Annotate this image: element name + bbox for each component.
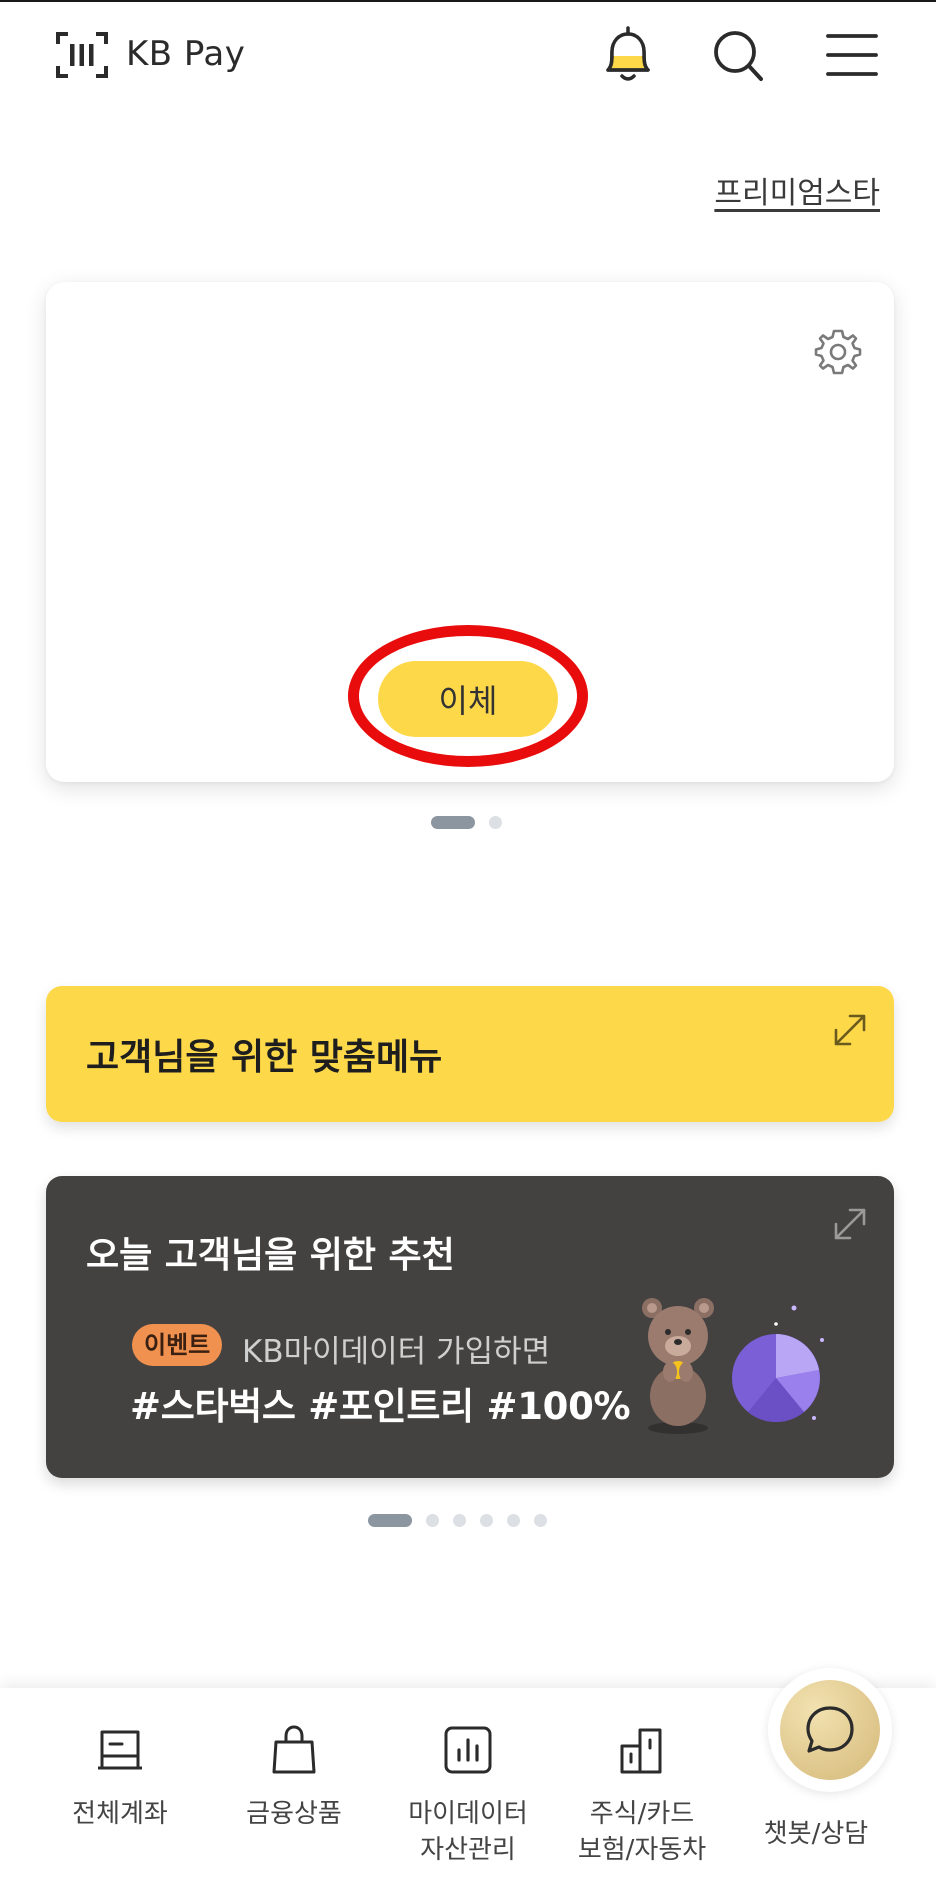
chat-bubble-icon [806, 1706, 854, 1753]
recommendation-pager [368, 1514, 547, 1527]
premium-star-link[interactable]: 프리미엄스타 [714, 168, 880, 212]
expand-icon[interactable] [832, 1206, 868, 1242]
bar-chart-icon [444, 1726, 492, 1774]
custom-menu-title: 고객님을 위한 맞춤메뉴 [86, 1037, 443, 1078]
nav-financial-products[interactable]: 금융상품 [207, 1722, 381, 1832]
pager-dot[interactable] [368, 1514, 412, 1527]
hamburger-menu-icon[interactable] [822, 24, 882, 86]
search-icon[interactable] [708, 24, 768, 86]
pager-dot[interactable] [480, 1514, 493, 1527]
chatbot-button[interactable] [768, 1668, 892, 1792]
nav-chatbot[interactable]: 챗봇/상담 [729, 1816, 903, 1852]
shopping-bag-icon [272, 1725, 316, 1774]
custom-menu-banner[interactable]: 고객님을 위한 맞춤메뉴 [46, 986, 894, 1122]
transfer-button[interactable]: 이체 [378, 661, 558, 737]
event-hashtags: #스타벅스 #포인트리 #100% [130, 1385, 631, 1428]
nav-stocks-cards[interactable]: 주식/카드 보험/자동차 [555, 1722, 729, 1868]
pager-dot[interactable] [534, 1514, 547, 1527]
nav-label: 전체계좌 [72, 1799, 168, 1829]
event-badge: 이벤트 [132, 1324, 223, 1366]
app-title: KB Pay [126, 34, 246, 74]
nav-label: 챗봇/상담 [763, 1819, 869, 1849]
buildings-icon [620, 1728, 662, 1774]
pager-dot[interactable] [507, 1514, 520, 1527]
nav-label: 금융상품 [246, 1799, 342, 1829]
chatbot-button-face [780, 1680, 880, 1780]
pager-dot[interactable] [426, 1514, 439, 1527]
recommendation-card[interactable]: 오늘 고객님을 위한 추천 이벤트 KB마이데이터 가입하면 #스타벅스 #포인… [46, 1176, 894, 1478]
barcode-icon[interactable] [56, 32, 108, 78]
pager-dot[interactable] [431, 816, 475, 829]
bear-pie-illustration [642, 1298, 824, 1434]
app-header: KB Pay [0, 0, 936, 110]
account-card: 이체 [46, 282, 894, 782]
nav-label: 주식/카드 보험/자동차 [577, 1799, 707, 1865]
bell-icon[interactable] [598, 24, 658, 86]
account-pager [431, 816, 502, 829]
pager-dot[interactable] [453, 1514, 466, 1527]
account-book-icon [98, 1730, 142, 1770]
event-text: KB마이데이터 가입하면 [242, 1334, 551, 1370]
transfer-highlight: 이체 [348, 625, 588, 767]
settings-gear-icon[interactable] [814, 328, 862, 376]
expand-icon[interactable] [832, 1012, 868, 1048]
recommendation-title: 오늘 고객님을 위한 추천 [86, 1235, 455, 1276]
nav-label: 마이데이터 자산관리 [408, 1799, 528, 1865]
nav-all-accounts[interactable]: 전체계좌 [33, 1722, 207, 1832]
nav-mydata[interactable]: 마이데이터 자산관리 [381, 1722, 555, 1868]
pager-dot[interactable] [489, 816, 502, 829]
